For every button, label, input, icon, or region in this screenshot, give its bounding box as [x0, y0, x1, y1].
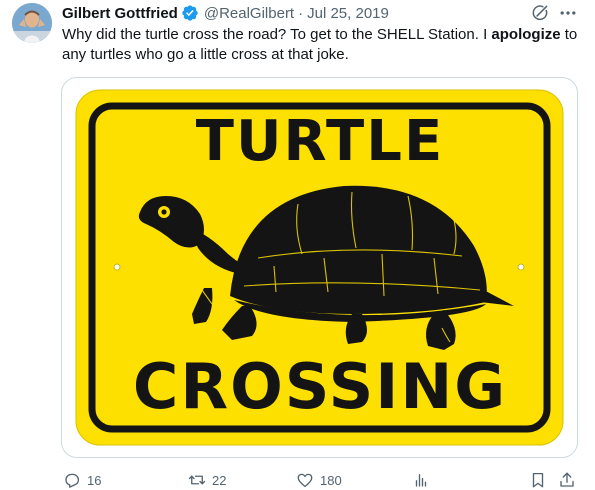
retweet-count: 22 [212, 472, 227, 488]
tweet-text-part: Why did the turtle cross the road? To ge… [62, 26, 492, 43]
avatar[interactable] [12, 3, 52, 43]
reply-button[interactable]: 16 [63, 470, 101, 490]
tweet-header: Gilbert Gottfried @RealGilbert · Jul 25,… [62, 3, 389, 23]
tweet-media[interactable]: TURTLE CROSSING [61, 77, 578, 458]
views-button[interactable] [412, 470, 436, 490]
bookmark-button[interactable] [529, 470, 553, 490]
share-button[interactable] [558, 470, 582, 490]
sign-title-crossing: CROSSING [133, 350, 507, 423]
like-count: 180 [320, 472, 342, 488]
tweet-date[interactable]: Jul 25, 2019 [307, 5, 389, 22]
reply-icon [65, 473, 80, 488]
bookmark-icon [532, 472, 544, 488]
heart-icon [297, 473, 313, 488]
verified-badge-icon [181, 4, 199, 22]
share-icon [560, 472, 574, 487]
grok-icon[interactable] [530, 3, 550, 23]
more-icon[interactable] [558, 3, 578, 23]
like-button[interactable]: 180 [296, 470, 342, 490]
action-bar: 16 22 180 [0, 470, 595, 490]
tweet-text: Why did the turtle cross the road? To ge… [62, 25, 582, 65]
retweet-button[interactable]: 22 [188, 470, 226, 490]
analytics-icon [415, 474, 427, 487]
turtle-crossing-sign: TURTLE CROSSING [75, 89, 564, 446]
sign-title-turtle: TURTLE [196, 109, 444, 174]
avatar-image [12, 3, 52, 43]
tweet-text-bold: apologize [491, 26, 561, 43]
author-name[interactable]: Gilbert Gottfried [62, 5, 178, 22]
author-handle[interactable]: @RealGilbert [204, 5, 294, 22]
reply-count: 16 [87, 472, 102, 488]
header-separator: · [298, 4, 304, 22]
retweet-icon [188, 475, 206, 485]
